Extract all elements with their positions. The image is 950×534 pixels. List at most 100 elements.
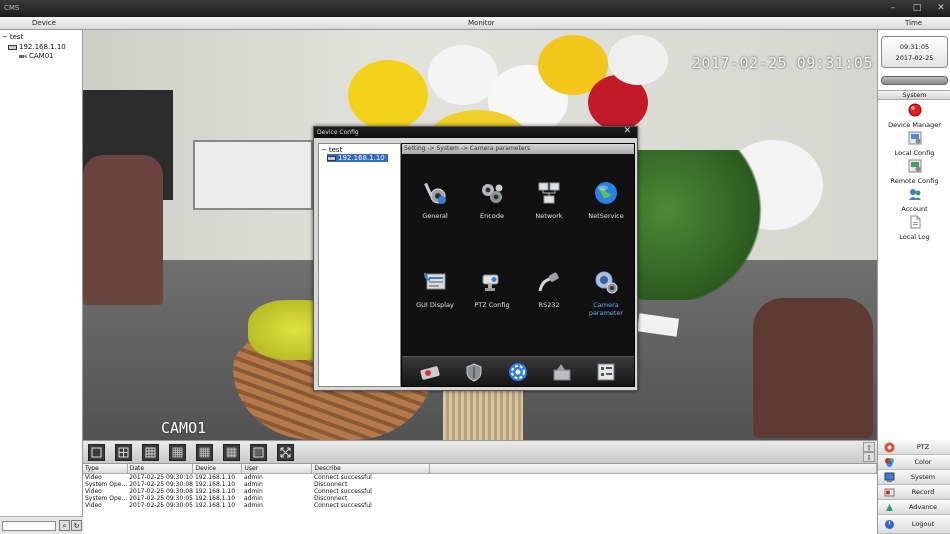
logout-button[interactable]: Logout (878, 515, 950, 534)
cfg-general-label: General (422, 212, 448, 220)
video-vase (443, 385, 523, 440)
log-header-describe[interactable]: Describe (311, 464, 431, 474)
log-header-user[interactable]: User (241, 464, 313, 474)
ptz-button[interactable]: PTZ (878, 440, 950, 455)
layout-9-button[interactable] (142, 444, 159, 461)
scroll-up-icon[interactable]: ⇧ (863, 442, 875, 452)
layout-64-button[interactable] (250, 444, 267, 461)
log-cell-date: 2017-02-25 09:30:10 (129, 473, 193, 481)
color-button[interactable]: Color (878, 455, 950, 470)
scroll-down-icon[interactable]: ⇩ (863, 452, 875, 462)
local-log-button[interactable]: Local Log (878, 215, 950, 241)
gui-display-icon (424, 272, 446, 290)
shield-icon (466, 362, 482, 382)
tools-icon (553, 363, 571, 380)
dialog-tree-device-selected[interactable]: 192.168.1.10 (327, 154, 388, 162)
cfg-gui-display-label: GUI Display (416, 301, 454, 309)
log-cell-type: Video (85, 501, 102, 509)
layout-1-button[interactable] (88, 444, 105, 461)
panel-scrollbar[interactable] (881, 76, 948, 85)
device-tree-panel: − test 192.168.1.10 CAM01 (0, 30, 83, 516)
refresh-icon[interactable]: ↻ (71, 520, 82, 531)
system-section-label: System (878, 90, 950, 100)
dialog-tree-group[interactable]: − test (321, 146, 342, 154)
window-controls: – □ ✕ (888, 3, 946, 13)
tab-alarm-config[interactable] (462, 361, 486, 383)
tab-info[interactable] (594, 361, 618, 383)
tab-record-config[interactable] (418, 361, 442, 383)
header-monitor: Monitor (468, 19, 495, 27)
log-cell-device: 192.168.1.10 (194, 494, 236, 502)
log-cell-user: admin (243, 480, 263, 488)
tree-device-label: 192.168.1.10 (19, 43, 66, 51)
system-button[interactable]: System (878, 470, 950, 485)
log-cell-date: 2017-02-25 09:30:08 (129, 487, 193, 495)
search-box[interactable] (2, 521, 56, 531)
table-row[interactable]: Video 2017-02-25 09:30:10 192.168.1.10 a… (83, 473, 877, 481)
log-cell-describe: Connect successful (313, 473, 372, 481)
log-cell-type: Video (85, 473, 102, 481)
tree-collapse-icon[interactable]: − (2, 33, 8, 41)
tree-camera[interactable]: CAM01 (18, 52, 54, 60)
table-row[interactable]: Video 2017-02-25 09:30:08 192.168.1.10 a… (83, 488, 877, 495)
record-dot-icon (908, 103, 921, 117)
record-label: Record (911, 488, 935, 496)
log-cell-date: 2017-02-25 09:30:08 (129, 480, 193, 488)
log-header-device[interactable]: Device (192, 464, 243, 474)
layout-36-button[interactable] (223, 444, 240, 461)
cfg-general[interactable]: General (405, 180, 465, 220)
table-row[interactable]: System Ope... 2017-02-25 09:30:05 192.16… (83, 495, 877, 502)
cfg-camera-parameter-label: Camera parameter (588, 301, 624, 317)
record-button[interactable]: Record (878, 485, 950, 500)
table-row[interactable]: System Ope... 2017-02-25 09:30:08 192.16… (83, 481, 877, 488)
dialog-tree-collapse-icon[interactable]: − (321, 146, 327, 154)
account-icon (908, 189, 921, 200)
title-bar: CMS – □ ✕ (0, 0, 950, 17)
video-chair-right (753, 298, 873, 438)
table-row[interactable]: Video 2017-02-25 09:30:05 192.168.1.10 a… (83, 502, 877, 509)
maximize-icon[interactable]: □ (912, 3, 922, 13)
log-header-date[interactable]: Date (127, 464, 194, 474)
encode-gears-icon (482, 184, 503, 203)
log-cell-describe: Disconnect (313, 494, 348, 502)
advance-button[interactable]: Advance (878, 500, 950, 515)
video-whiteboard (193, 140, 313, 210)
left-bottom-bar: ⌕ ↻ (0, 516, 83, 534)
cfg-ptz-config[interactable]: PTZ Config (462, 269, 522, 309)
local-config-button[interactable]: Local Config (878, 131, 950, 157)
fullscreen-button[interactable] (277, 444, 294, 461)
dialog-close-icon[interactable]: ✕ (623, 126, 631, 137)
log-cell-describe: Connect successful (313, 487, 372, 495)
minimize-icon[interactable]: – (888, 3, 898, 13)
layout-4-icon (118, 447, 129, 458)
log-header-type[interactable]: Type (83, 464, 128, 474)
search-icon[interactable]: ⌕ (59, 520, 70, 531)
cfg-camera-parameter[interactable]: Camera parameter (576, 269, 636, 317)
cfg-netservice[interactable]: NetService (576, 180, 636, 220)
hdd-icon (420, 365, 440, 380)
layout-4-button[interactable] (115, 444, 132, 461)
log-cell-date: 2017-02-25 09:30:05 (129, 501, 193, 509)
dialog-device-tree: − test 192.168.1.10 (318, 143, 401, 387)
fullscreen-icon (280, 447, 291, 458)
event-log: Type Date Device User Describe Video 201… (83, 463, 877, 534)
cfg-encode[interactable]: Encode (462, 180, 522, 220)
layout-25-button[interactable] (196, 444, 213, 461)
ptz-label: PTZ (916, 443, 930, 451)
ptz-icon (884, 442, 895, 452)
advance-label: Advance (909, 503, 937, 511)
cfg-gui-display[interactable]: GUI Display (405, 269, 465, 309)
tree-group-test[interactable]: − test (2, 33, 23, 41)
close-icon[interactable]: ✕ (936, 3, 946, 13)
remote-config-button[interactable]: Remote Config (878, 159, 950, 185)
tab-tools[interactable] (550, 361, 574, 383)
tab-system-config[interactable] (506, 361, 530, 383)
cfg-rs232-label: RS232 (538, 301, 560, 309)
cfg-network[interactable]: Network (519, 180, 579, 220)
log-cell-date: 2017-02-25 09:30:05 (129, 494, 193, 502)
layout-16-button[interactable] (169, 444, 186, 461)
account-button[interactable]: Account (878, 187, 950, 213)
tree-device[interactable]: 192.168.1.10 (8, 43, 66, 51)
cfg-rs232[interactable]: RS232 (519, 269, 579, 309)
device-manager-button[interactable]: Device Manager (878, 103, 950, 129)
